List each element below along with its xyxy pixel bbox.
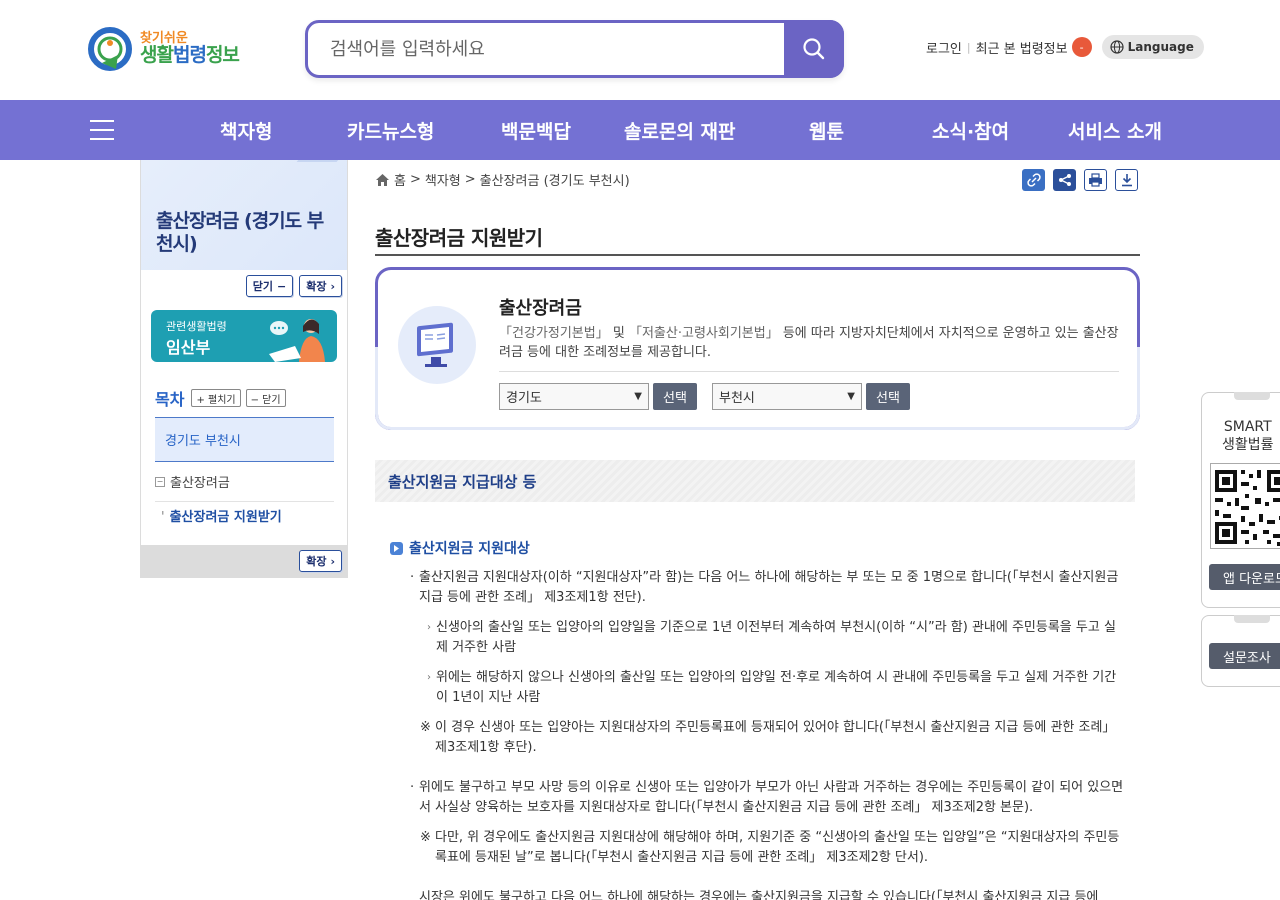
intro-description: 「건강가정기본법」 및 「저출산·고령사회기본법」 등에 따라 지방자치단체에서… [499, 326, 1119, 360]
home-icon[interactable] [375, 173, 390, 187]
breadcrumb-current[interactable]: 출산장려금 (경기도 부천시) [480, 170, 630, 189]
title-divider [375, 254, 1140, 256]
search-button[interactable] [784, 20, 844, 78]
nav-item-solomon[interactable]: 솔로몬의 재판 [624, 117, 736, 144]
related-sub-label: 관련생활법령 [166, 320, 227, 333]
language-button[interactable]: Language [1101, 35, 1204, 59]
share-icon [1058, 174, 1071, 186]
search-icon [803, 38, 825, 60]
breadcrumb-booklet[interactable]: 책자형 [425, 170, 461, 189]
law-link-1[interactable]: 「건강가정기본법」 [499, 326, 609, 341]
paragraph-1b: › 위에는 해당하지 않으나 신생아의 출산일 또는 입양아의 입양일 전·후로 … [427, 670, 1117, 705]
sidebar-header: 출산장려금 (경기도 부천시) [141, 160, 347, 270]
province-select[interactable]: 경기도 ▼ [499, 383, 649, 410]
paragraph-1: · 출산지원금 지원대상자(이하 “지원대상자”라 함)는 다음 어느 하나에 해… [410, 570, 1119, 605]
menu-icon[interactable] [90, 120, 114, 140]
link-copy-button[interactable] [1022, 169, 1045, 191]
paragraph-1a: › 신생아의 출산일 또는 입양아의 입양일을 기준으로 1년 이전부터 계속하여… [427, 620, 1116, 655]
city-select[interactable]: 부천시 ▼ [712, 383, 862, 410]
recent-laws-link[interactable]: 최근 본 법령정보 [976, 38, 1068, 57]
nav-item-cardnews[interactable]: 카드뉴스형 [347, 117, 434, 144]
sidebar-close-button[interactable]: 닫기 − [245, 275, 294, 297]
toc-title: 목차 [155, 390, 185, 409]
nav-item-booklet[interactable]: 책자형 [220, 117, 272, 144]
paragraph-3: ·시장은 위에도 불구하고 다음 어느 하나에 해당하는 경우에는 출산지원금을… [419, 890, 1099, 900]
qr-code-icon [1210, 463, 1280, 549]
login-link[interactable]: 로그인 [926, 38, 962, 57]
logo-main-text: 생활법령정보 [140, 43, 240, 66]
globe-icon [1110, 40, 1124, 54]
nav-item-webtoon[interactable]: 웹툰 [809, 117, 844, 144]
arrow-box-icon [390, 541, 403, 555]
paragraph-2: · 위에도 불구하고 부모 사망 등의 이유로 신생아 또는 입양아가 부모가 아… [410, 780, 1124, 815]
smart-app-panel: SMART 생활법률 앱 다운로드 [1201, 392, 1280, 608]
nav-item-about[interactable]: 서비스 소개 [1068, 117, 1162, 144]
main-nav: 책자형 카드뉴스형 백문백답 솔로몬의 재판 웹툰 소식·참여 서비스 소개 [0, 100, 1280, 160]
toc-item-city[interactable]: 경기도 부천시 [155, 417, 334, 462]
nav-item-news[interactable]: 소식·참여 [932, 117, 1009, 144]
utility-menu: 로그인 | 최근 본 법령정보 - Language [926, 35, 1204, 59]
page-title: 출산장려금 지원받기 [375, 226, 543, 250]
related-main-label: 임산부 [166, 338, 211, 357]
collapse-box-icon: − [155, 476, 165, 487]
download-icon [1121, 174, 1132, 187]
site-header: 찾기쉬운 생활법령정보 로그인 | 최근 본 법령정보 - Language [0, 0, 1280, 100]
sidebar-footer: 확장 › [141, 545, 347, 577]
subsection-heading: 출산지원금 지원대상 [390, 538, 530, 558]
left-sidebar: 출산장려금 (경기도 부천시) 닫기 − 확장 › 관련생활법령 임산부 목차 + … [140, 160, 348, 578]
toc-expand-button[interactable]: + 펼치기 [191, 389, 241, 407]
util-separator: | [966, 40, 971, 54]
sidebar-title: 출산장려금 (경기도 부천시) [156, 210, 324, 255]
survey-button[interactable]: 설문조사 [1209, 643, 1280, 669]
logo-mark-icon [88, 25, 136, 73]
page-tools [1022, 169, 1138, 191]
related-law-banner[interactable]: 관련생활법령 임산부 [151, 310, 337, 362]
smart-app-title: SMART 생활법률 [1222, 419, 1274, 453]
city-select-button[interactable]: 선택 [866, 383, 910, 410]
print-button[interactable] [1084, 169, 1107, 191]
chevron-right-icon: › [330, 279, 335, 293]
province-select-button[interactable]: 선택 [653, 383, 697, 410]
toc-item-level1[interactable]: − 출산장려금 [155, 462, 334, 502]
intro-box: 출산장려금 「건강가정기본법」 및 「저출산·고령사회기본법」 등에 따라 지방… [375, 267, 1140, 430]
toc-item-level2[interactable]: 출산장려금 지원받기 [161, 506, 282, 525]
intro-heading: 출산장려금 [499, 298, 582, 319]
person-reading-icon [269, 319, 325, 362]
site-logo[interactable]: 찾기쉬운 생활법령정보 [88, 24, 253, 74]
print-icon [1089, 173, 1102, 187]
chevron-down-icon: ▼ [634, 391, 642, 402]
download-button[interactable] [1115, 169, 1138, 191]
breadcrumb: 홈 > 책자형 > 출산장려금 (경기도 부천시) [375, 170, 630, 189]
paragraph-1-note: ※ 이 경우 신생아 또는 입양아는 지원대상자의 주민등록표에 등재되어 있어야… [420, 720, 1116, 755]
breadcrumb-home[interactable]: 홈 [394, 170, 406, 189]
chevron-down-icon: ▼ [847, 391, 855, 402]
search-box [305, 20, 844, 78]
monitor-book-icon [398, 306, 476, 384]
language-label: Language [1127, 40, 1194, 54]
chevron-right-icon: › [330, 554, 335, 568]
section-header: 출산지원금 지급대상 등 [375, 460, 1135, 502]
recent-count-badge: - [1071, 37, 1092, 57]
sidebar-footer-expand-button[interactable]: 확장 › [299, 550, 342, 572]
share-button[interactable] [1053, 169, 1076, 191]
link-icon [1026, 173, 1041, 187]
search-input[interactable] [330, 33, 760, 65]
nav-item-qna[interactable]: 백문백답 [501, 117, 571, 144]
law-link-2[interactable]: 「저출산·고령사회기본법」 [629, 326, 779, 341]
toc-collapse-button[interactable]: − 닫기 [245, 389, 286, 407]
survey-panel: 설문조사 [1201, 615, 1280, 687]
app-download-button[interactable]: 앱 다운로드 [1209, 564, 1280, 590]
paragraph-2-note: ※ 다만, 위 경우에도 출산지원금 지원대상에 해당해야 하며, 지원기준 중 … [420, 830, 1120, 865]
sidebar-expand-button[interactable]: 확장 › [299, 275, 342, 297]
